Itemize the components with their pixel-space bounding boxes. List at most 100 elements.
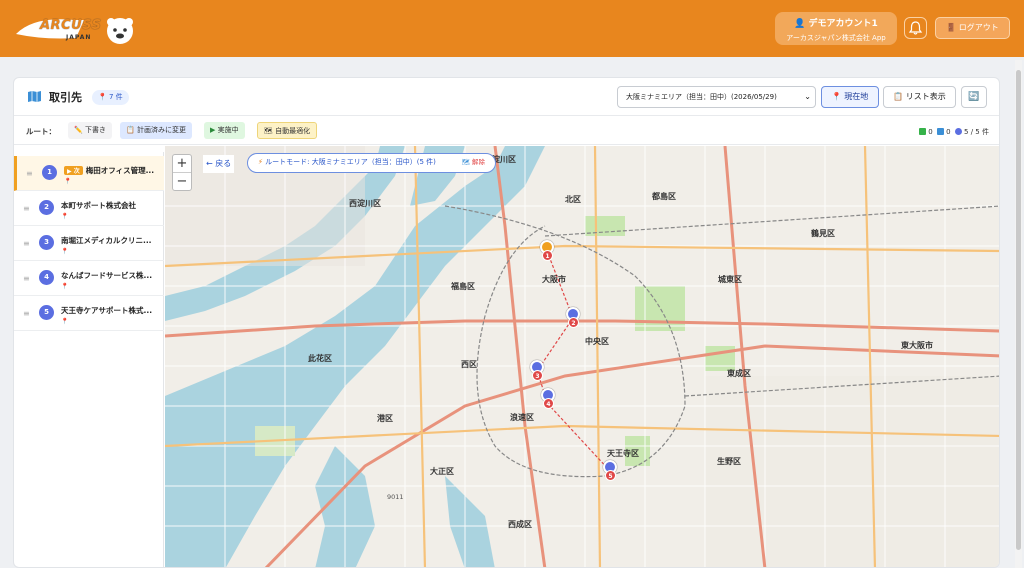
app-header: ARCUSS JAPAN 👤 デモアカウント1 アーカスジャパン株式会社 App… [0, 0, 1024, 57]
draft-label: 下書き [84, 126, 106, 134]
marker-number: 1 [542, 250, 553, 261]
map-label: 中央区 [585, 337, 609, 346]
exit-icon: 🗺 [461, 158, 470, 166]
drag-handle-icon[interactable]: ≡ [23, 309, 30, 318]
item-name: 南堀江メディカルクリニ... [61, 236, 152, 245]
pin-icon: 📍 [61, 283, 69, 290]
current-location-button[interactable]: 📍 現在地 [821, 86, 879, 108]
location-pin-icon: 📍 [831, 92, 842, 101]
auto-optimize-label: 自動最適化 [275, 127, 311, 135]
drag-handle-icon[interactable]: ≡ [23, 204, 30, 213]
route-map[interactable]: 北区 大阪市 福島区 中央区 西区 港区 浪速区 天王寺区 大正区 西成区 城東… [165, 146, 999, 567]
planned-label: 計画済みに変更 [136, 126, 186, 134]
pending-count: 0 [946, 128, 951, 136]
next-tag-label: 次 [73, 168, 80, 175]
route-mode-text: ルートモード: 大阪ミナミエリア（担当：田中）(5 件) [265, 158, 436, 166]
pin-icon: 📍 [98, 93, 107, 101]
list-item[interactable]: ≡ 3 南堀江メディカルクリニ... 📍 [14, 226, 164, 261]
zoom-in-button[interactable]: + [173, 155, 191, 173]
progress-count: 5 / 5 件 [964, 128, 989, 136]
marker-number: 5 [605, 470, 616, 481]
map-label: 鶴見区 [811, 229, 835, 238]
page-title: 取引先 [49, 91, 82, 104]
map-label: 大阪市 [542, 275, 566, 284]
account-menu[interactable]: 👤 デモアカウント1 アーカスジャパン株式会社 App [775, 12, 897, 45]
map-label: 福島区 [451, 282, 475, 291]
exit-route-mode-button[interactable]: 🗺 解除 [462, 154, 485, 171]
stop-number: 3 [39, 235, 54, 250]
stop-number: 5 [39, 305, 54, 320]
stop-number: 4 [39, 270, 54, 285]
map-label: 浪速区 [510, 413, 534, 422]
planned-chip[interactable]: 📋 計画済みに変更 [120, 122, 192, 139]
bell-icon [908, 21, 923, 35]
back-button[interactable]: ← 戻る [203, 155, 235, 173]
logout-label: ログアウト [958, 23, 999, 32]
list-item[interactable]: ≡ 2 本町サポート株式会社 📍 [14, 191, 164, 226]
map-label: 北区 [565, 195, 581, 204]
count-text: 7 件 [108, 93, 123, 101]
area-select[interactable]: 大阪ミナミエリア（担当：田中）(2026/05/29) ⌄ [617, 86, 816, 108]
item-name: 本町サポート株式会社 [61, 201, 136, 210]
map-label: 西成区 [508, 520, 532, 529]
progress-icon [955, 128, 963, 135]
map-label: 此花区 [308, 354, 332, 363]
in-progress-chip[interactable]: ▶ 実施中 [204, 122, 245, 139]
logout-icon: 🚪 [946, 23, 957, 32]
draft-chip[interactable]: ✏️ 下書き [68, 122, 112, 139]
list-item[interactable]: ≡ 4 なんばフードサービス株... 📍 [14, 261, 164, 296]
route-stats: 0 0 5 / 5 件 [919, 127, 989, 137]
pencil-icon: ✏️ [74, 126, 83, 134]
count-badge: 📍 7 件 [92, 90, 129, 105]
user-icon: 👤 [794, 19, 806, 29]
pin-icon: 📍 [61, 248, 69, 255]
zoom-out-button[interactable]: − [173, 173, 191, 191]
pin-icon: 📍 [64, 178, 72, 185]
account-org: アーカスジャパン株式会社 App [786, 34, 886, 42]
next-tag: ▶ 次 [64, 166, 83, 175]
logout-button[interactable]: 🚪 ログアウト [935, 17, 1010, 39]
list-view-button[interactable]: 📋 リスト表示 [883, 86, 956, 108]
stop-number: 2 [39, 200, 54, 215]
route-mode-icon: ⚡ [258, 158, 263, 166]
refresh-icon: 🔄 [968, 92, 980, 102]
logo-subtext: JAPAN [66, 34, 92, 41]
marker-number: 4 [543, 398, 554, 409]
map-label: 西区 [461, 360, 477, 369]
exit-label: 解除 [472, 158, 485, 166]
map-label: 城東区 [718, 275, 742, 284]
marker-number: 2 [568, 317, 579, 328]
route-mode-banner: ⚡ ルートモード: 大阪ミナミエリア（担当：田中）(5 件) 🗺 解除 [247, 153, 496, 173]
pending-icon [937, 128, 945, 135]
auto-optimize-chip[interactable]: 🗺 自動最適化 [257, 122, 318, 139]
in-progress-label: 実施中 [217, 126, 239, 134]
optimize-icon: 🗺 [264, 127, 273, 135]
page-scrollbar[interactable] [1015, 60, 1022, 568]
map-label: 港区 [377, 414, 393, 423]
arcuss-logo[interactable]: ARCUSS JAPAN [14, 14, 136, 46]
drag-handle-icon[interactable]: ≡ [23, 239, 30, 248]
scrollbar-thumb[interactable] [1016, 70, 1021, 550]
play-icon: ▶ [210, 126, 216, 134]
refresh-button[interactable]: 🔄 [961, 86, 987, 108]
chevron-down-icon: ⌄ [804, 92, 811, 101]
drag-handle-icon[interactable]: ≡ [23, 274, 30, 283]
map-tiles [165, 146, 999, 567]
stop-number: 1 [42, 165, 57, 180]
map-book-icon [28, 91, 41, 102]
item-name: ▶ 次梅田オフィス管理... [64, 165, 164, 176]
list-item[interactable]: ≡ 1 ▶ 次梅田オフィス管理... 📍 [14, 156, 164, 191]
list-item[interactable]: ≡ 5 天王寺ケアサポート株式... 📍 [14, 296, 164, 331]
item-name-text: 梅田オフィス管理... [85, 166, 155, 175]
done-count: 0 [928, 128, 933, 136]
account-name: デモアカウント1 [808, 19, 878, 29]
drag-handle-icon[interactable]: ≡ [26, 169, 33, 178]
area-select-value: 大阪ミナミエリア（担当：田中）(2026/05/29) [626, 93, 777, 101]
route-toolbar: ルート： ✏️ 下書き 📋 計画済みに変更 ▶ 実施中 🗺 自動最適化 0 0 … [14, 117, 999, 145]
clipboard-icon: 📋 [893, 92, 904, 101]
map-label: 生野区 [717, 457, 741, 466]
done-icon [919, 128, 927, 135]
notification-bell-button[interactable] [904, 17, 927, 39]
calendar-icon: 📋 [126, 126, 135, 134]
pin-icon: 📍 [61, 318, 69, 325]
